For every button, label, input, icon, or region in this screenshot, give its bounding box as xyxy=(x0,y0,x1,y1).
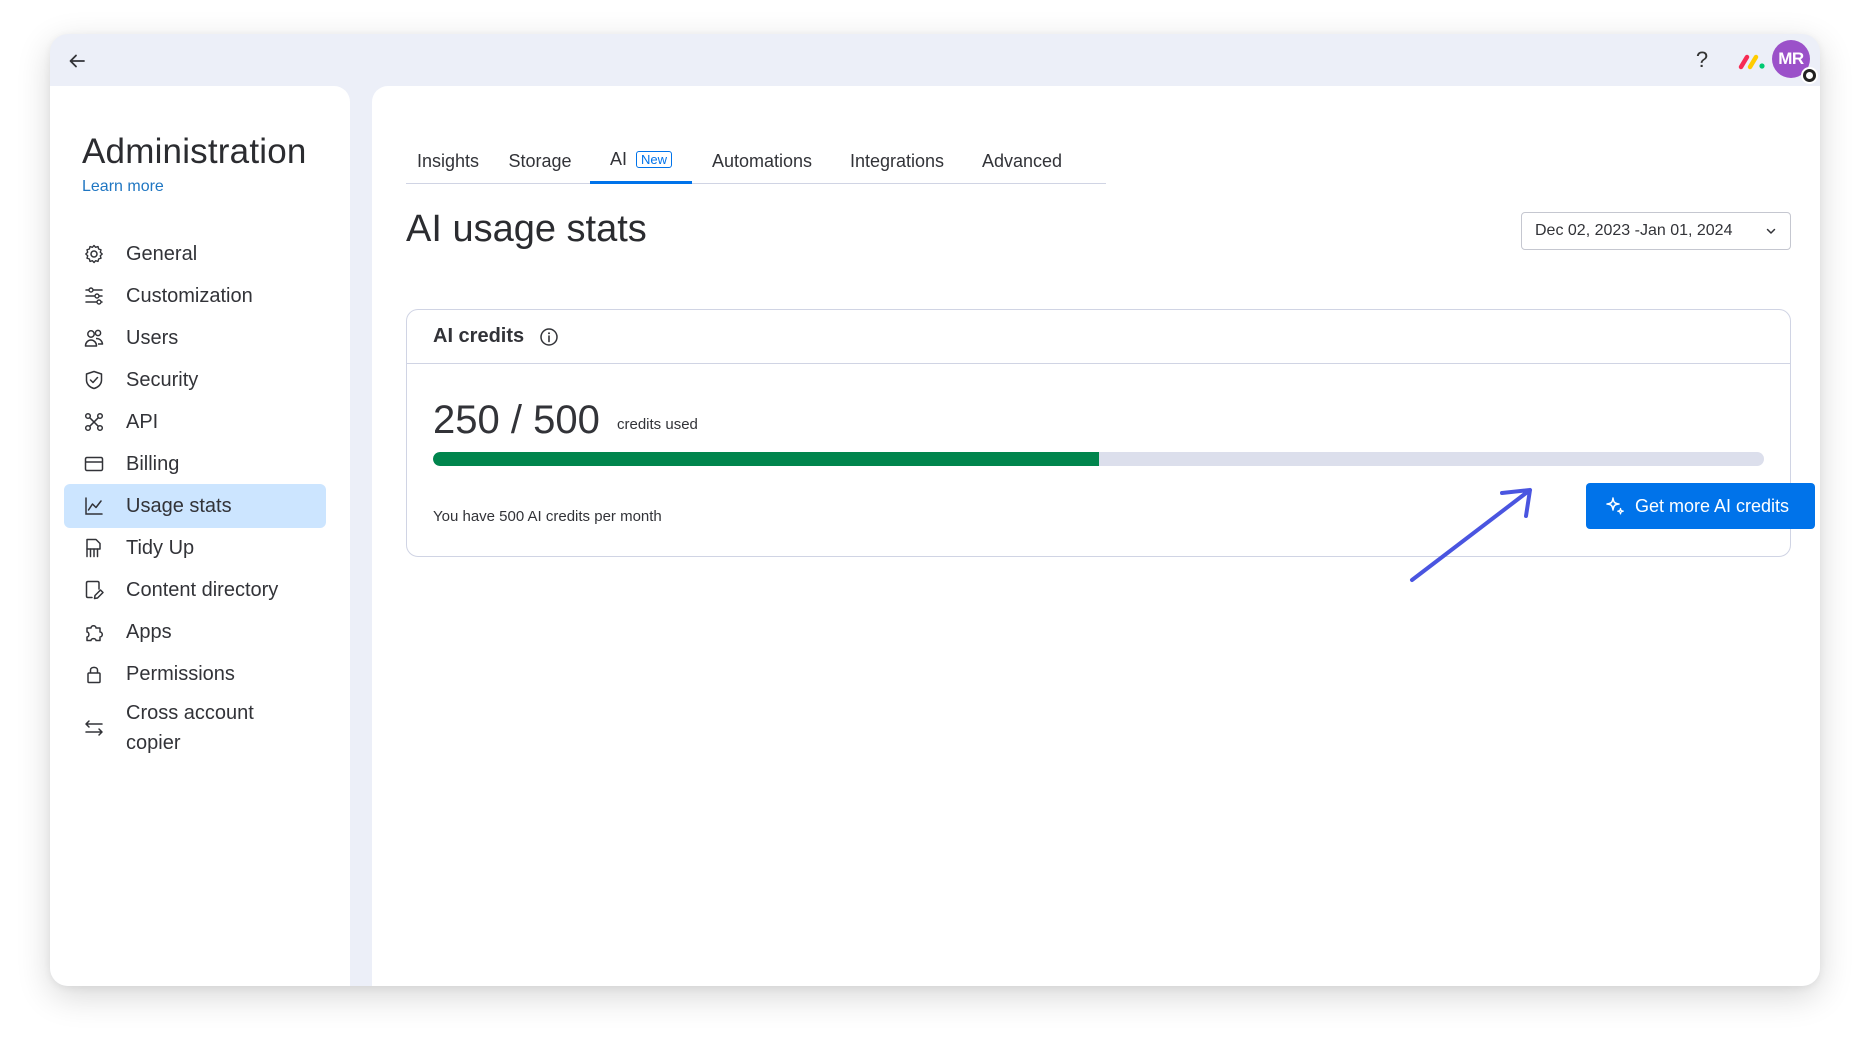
api-icon xyxy=(82,410,106,434)
sidebar-item-users[interactable]: Users xyxy=(64,316,326,360)
sidebar-item-label-line2: copier xyxy=(126,732,181,754)
tab-integrations[interactable]: Integrations xyxy=(832,138,962,184)
lock-icon xyxy=(82,662,106,686)
sidebar-item-apps[interactable]: Apps xyxy=(64,610,326,654)
sidebar-item-security[interactable]: Security xyxy=(64,358,326,402)
sidebar-item-label: Content directory xyxy=(126,578,279,601)
card-title: AI credits xyxy=(433,325,525,347)
sidebar-item-cross-account-copier[interactable]: Cross account copier xyxy=(64,694,326,762)
credits-progress-fill xyxy=(433,452,1099,466)
card-header: AI credits xyxy=(407,310,1790,364)
sidebar-item-tidy-up[interactable]: Tidy Up xyxy=(64,526,326,570)
tab-label: Insights xyxy=(416,150,480,171)
sidebar-item-label: Permissions xyxy=(126,662,235,685)
credit-card-icon xyxy=(82,452,106,476)
users-icon xyxy=(82,326,106,350)
arrow-left-icon xyxy=(69,54,85,68)
shield-icon xyxy=(82,368,106,392)
tab-label: AI xyxy=(609,149,627,169)
monthly-credits-note: You have 500 AI credits per month xyxy=(433,508,662,525)
learn-more-link[interactable]: Learn more xyxy=(82,178,164,196)
tab-automations[interactable]: Automations xyxy=(692,138,832,184)
sidebar-item-billing[interactable]: Billing xyxy=(64,442,326,486)
tab-insights[interactable]: Insights xyxy=(406,138,490,184)
monday-logo-icon xyxy=(1738,54,1765,70)
sidebar-item-label: Apps xyxy=(126,620,172,643)
credits-used-label: credits used xyxy=(617,416,698,433)
sidebar-item-label: Tidy Up xyxy=(126,536,195,559)
credits-progress-bar xyxy=(433,452,1764,466)
top-bar: ? MR xyxy=(50,34,1820,86)
credits-used-value: 250 / 500 xyxy=(433,398,600,442)
app-window: ? MR Administration Learn more General C… xyxy=(50,34,1820,986)
date-range-value: Dec 02, 2023 -Jan 01, 2024 xyxy=(1535,222,1733,239)
sidebar-item-usage-stats[interactable]: Usage stats xyxy=(64,484,326,528)
sidebar: Administration Learn more General Custom… xyxy=(50,86,350,986)
avatar-status-badge xyxy=(1801,67,1818,84)
puzzle-icon xyxy=(82,620,106,644)
broom-icon xyxy=(82,536,106,560)
tab-bar: Insights Storage AI New Automations Integ… xyxy=(406,138,1106,184)
tab-label: Advanced xyxy=(981,150,1063,171)
tab-storage[interactable]: Storage xyxy=(490,138,590,184)
sidebar-item-label: Billing xyxy=(126,452,180,475)
chevron-down-icon xyxy=(1766,228,1776,234)
sidebar-item-general[interactable]: General xyxy=(64,232,326,276)
page-title: AI usage stats xyxy=(406,208,647,250)
ai-credits-card: AI credits 250 / 500 credits used You ha… xyxy=(406,309,1815,557)
sidebar-item-label: Users xyxy=(126,326,179,349)
main-panel: Insights Storage AI New Automations Integ… xyxy=(372,86,1820,986)
tab-label: Automations xyxy=(711,150,813,171)
document-edit-icon xyxy=(82,578,106,602)
sparkle-icon xyxy=(1606,497,1624,515)
annotation-arrow-icon xyxy=(1410,488,1532,582)
sidebar-item-label: General xyxy=(126,242,198,265)
new-badge: New xyxy=(636,151,673,168)
swap-arrows-icon xyxy=(82,716,106,740)
sidebar-title: Administration xyxy=(82,132,307,171)
sidebar-item-permissions[interactable]: Permissions xyxy=(64,652,326,696)
tab-label: Integrations xyxy=(849,150,945,171)
info-icon[interactable] xyxy=(539,327,559,347)
back-button[interactable] xyxy=(60,44,94,78)
button-label: Get more AI credits xyxy=(1635,495,1790,516)
sidebar-item-customization[interactable]: Customization xyxy=(64,274,326,318)
sidebar-item-label: Cross account xyxy=(126,702,254,724)
sidebar-item-label: Security xyxy=(126,368,199,391)
tab-label: Storage xyxy=(508,150,572,171)
sliders-icon xyxy=(82,284,106,308)
gear-icon xyxy=(82,242,106,266)
sidebar-item-label: API xyxy=(126,410,159,433)
get-more-ai-credits-button[interactable]: Get more AI credits xyxy=(1586,483,1815,529)
sidebar-item-api[interactable]: API xyxy=(64,400,326,444)
chart-icon xyxy=(82,494,106,518)
tab-advanced[interactable]: Advanced xyxy=(962,138,1082,184)
sidebar-item-label: Usage stats xyxy=(126,494,232,517)
sidebar-item-content-directory[interactable]: Content directory xyxy=(64,568,326,612)
date-range-picker[interactable]: Dec 02, 2023 -Jan 01, 2024 xyxy=(1521,212,1791,250)
help-button[interactable]: ? xyxy=(1687,43,1717,77)
tab-ai[interactable]: AI New xyxy=(590,138,692,184)
sidebar-item-label: Customization xyxy=(126,284,253,307)
